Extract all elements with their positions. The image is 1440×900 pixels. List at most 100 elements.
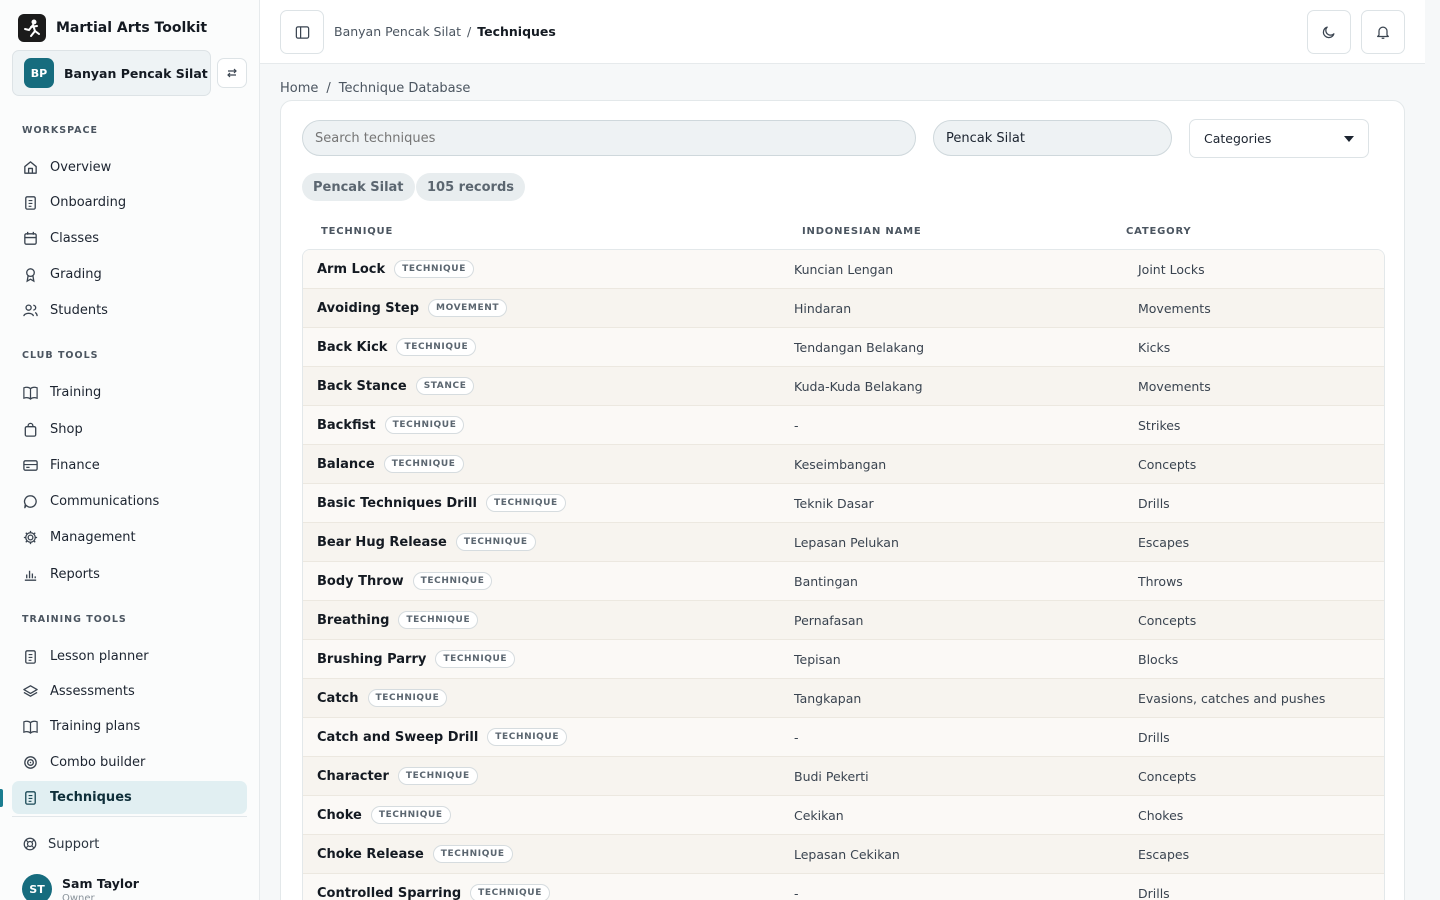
nav-item-students[interactable]: Students	[12, 294, 247, 327]
nav-item-reports[interactable]: Reports	[12, 558, 247, 591]
table-row[interactable]: Backfist TECHNIQUE - Strikes	[303, 406, 1384, 445]
techniques-card: Pencak Silat Categories Pencak Silat 105…	[280, 100, 1405, 900]
technique-cell: Character TECHNIQUE	[317, 757, 478, 795]
technique-cell: Bear Hug Release TECHNIQUE	[317, 523, 536, 561]
nav-item-assessments[interactable]: Assessments	[12, 675, 247, 708]
user-role: Owner	[62, 893, 95, 900]
table-row[interactable]: Choke TECHNIQUE Cekikan Chokes	[303, 796, 1384, 835]
theme-toggle-button[interactable]	[1307, 10, 1351, 54]
table-row[interactable]: Brushing Parry TECHNIQUE Tepisan Blocks	[303, 640, 1384, 679]
bell-icon	[1377, 26, 1389, 39]
category-cell: Chokes	[1138, 807, 1184, 823]
users-icon	[23, 304, 38, 317]
technique-name: Avoiding Step	[317, 300, 420, 316]
technique-type-tag: TECHNIQUE	[435, 650, 516, 668]
table-row[interactable]: Character TECHNIQUE Budi Pekerti Concepts	[303, 757, 1384, 796]
indonesian-name-cell: -	[794, 729, 799, 745]
target-icon	[24, 756, 37, 769]
indonesian-name-cell: Pernafasan	[794, 612, 864, 628]
support-link[interactable]: Support	[22, 836, 99, 852]
nav-item-training-plans[interactable]: Training plans	[12, 710, 247, 743]
table-row[interactable]: Body Throw TECHNIQUE Bantingan Throws	[303, 562, 1384, 601]
breadcrumb-home[interactable]: Home	[280, 81, 318, 96]
table-row[interactable]: Arm Lock TECHNIQUE Kuncian Lengan Joint Loc…	[303, 250, 1384, 289]
breadcrumb-current: Technique Database	[338, 81, 471, 96]
technique-name: Back Kick	[317, 339, 388, 355]
sidebar-toggle-button[interactable]	[280, 10, 324, 54]
brand[interactable]: Martial Arts Toolkit	[18, 14, 207, 42]
indonesian-name-cell: -	[794, 417, 799, 433]
category-cell: Drills	[1138, 885, 1170, 900]
search-input[interactable]	[302, 120, 916, 156]
style-chip: Pencak Silat	[302, 173, 415, 201]
table-row[interactable]: Basic Techniques Drill TECHNIQUE Teknik Da…	[303, 484, 1384, 523]
category-cell: Movements	[1138, 300, 1211, 316]
technique-cell: Catch TECHNIQUE	[317, 679, 448, 717]
indonesian-name-cell: Tangkapan	[794, 690, 862, 706]
table-row[interactable]: Controlled Sparring TECHNIQUE - Drills	[303, 874, 1384, 900]
notifications-button[interactable]	[1361, 10, 1405, 54]
nav-item-grading[interactable]: Grading	[12, 258, 247, 291]
technique-cell: Back Stance STANCE	[317, 367, 475, 405]
table-row[interactable]: Choke Release TECHNIQUE Lepasan Cekikan Esc…	[303, 835, 1384, 874]
indonesian-name-cell: Keseimbangan	[794, 456, 887, 472]
technique-type-tag: TECHNIQUE	[370, 806, 451, 824]
technique-name: Catch	[317, 690, 359, 706]
technique-cell: Breathing TECHNIQUE	[317, 601, 479, 639]
breadcrumb-separator: /	[467, 24, 472, 39]
technique-name: Back Stance	[317, 378, 407, 394]
style-filter-input[interactable]: Pencak Silat	[933, 120, 1172, 156]
club-selector[interactable]: BP Banyan Pencak Silat	[12, 50, 211, 96]
nav-item-shop[interactable]: Shop	[12, 413, 247, 446]
category-cell: Evasions, catches and pushes	[1138, 690, 1326, 706]
nav-item-management[interactable]: Management	[12, 521, 247, 554]
indonesian-name-cell: Teknik Dasar	[794, 495, 874, 511]
indonesian-name-cell: Tendangan Belakang	[794, 339, 925, 355]
table-row[interactable]: Back Stance STANCE Kuda-Kuda Belakang Movem…	[303, 367, 1384, 406]
switch-club-button[interactable]	[217, 58, 247, 88]
nav-item-overview[interactable]: Overview	[12, 151, 247, 184]
clipboard-icon	[25, 196, 36, 210]
top-bar: Banyan Pencak Silat / Techniques	[260, 0, 1425, 64]
column-header-indonesian-name[interactable]: INDONESIAN NAME	[802, 226, 922, 237]
caret-down-icon	[1344, 135, 1354, 142]
table-row[interactable]: Bear Hug Release TECHNIQUE Lepasan Pelukan…	[303, 523, 1384, 562]
table-row[interactable]: Catch and Sweep Drill TECHNIQUE - Drills	[303, 718, 1384, 757]
column-header-technique[interactable]: TECHNIQUE	[321, 226, 393, 237]
nav-item-classes[interactable]: Classes	[12, 222, 247, 255]
club-avatar: BP	[24, 58, 54, 88]
column-header-category[interactable]: CATEGORY	[1126, 226, 1191, 237]
category-cell: Drills	[1138, 729, 1170, 745]
table-row[interactable]: Breathing TECHNIQUE Pernafasan Concepts	[303, 601, 1384, 640]
table-row[interactable]: Avoiding Step MOVEMENT Hindaran Movements	[303, 289, 1384, 328]
nav-label: Overview	[50, 160, 112, 175]
user-profile[interactable]: ST Sam Taylor Owner	[22, 874, 139, 900]
nav-item-lesson-planner[interactable]: Lesson planner	[12, 640, 247, 673]
categories-label: Categories	[1204, 131, 1272, 146]
table-row[interactable]: Balance TECHNIQUE Keseimbangan Concepts	[303, 445, 1384, 484]
calendar-icon	[24, 231, 37, 245]
book-icon	[23, 386, 38, 400]
nav-label: Classes	[50, 231, 99, 246]
nav-item-finance[interactable]: Finance	[12, 449, 247, 482]
user-name: Sam Taylor	[62, 876, 139, 891]
nav-item-onboarding[interactable]: Onboarding	[12, 186, 247, 219]
nav-label: Finance	[50, 458, 100, 473]
nav-item-combo-builder[interactable]: Combo builder	[12, 746, 247, 779]
nav-item-training[interactable]: Training	[12, 376, 247, 409]
technique-cell: Back Kick TECHNIQUE	[317, 328, 477, 366]
breadcrumb-club[interactable]: Banyan Pencak Silat	[334, 24, 461, 39]
indonesian-name-cell: Hindaran	[794, 300, 852, 316]
support-label: Support	[48, 836, 100, 852]
table-row[interactable]: Back Kick TECHNIQUE Tendangan Belakang Kick…	[303, 328, 1384, 367]
indonesian-name-cell: Kuda-Kuda Belakang	[794, 378, 923, 394]
technique-cell: Balance TECHNIQUE	[317, 445, 464, 483]
technique-cell: Body Throw TECHNIQUE	[317, 562, 493, 600]
technique-name: Basic Techniques Drill	[317, 495, 477, 511]
category-cell: Drills	[1138, 495, 1170, 511]
nav-item-communications[interactable]: Communications	[12, 485, 247, 518]
table-row[interactable]: Catch TECHNIQUE Tangkapan Evasions, catches…	[303, 679, 1384, 718]
technique-name: Bear Hug Release	[317, 534, 447, 550]
nav-item-techniques[interactable]: Techniques	[12, 781, 247, 814]
categories-dropdown[interactable]: Categories	[1189, 119, 1369, 158]
